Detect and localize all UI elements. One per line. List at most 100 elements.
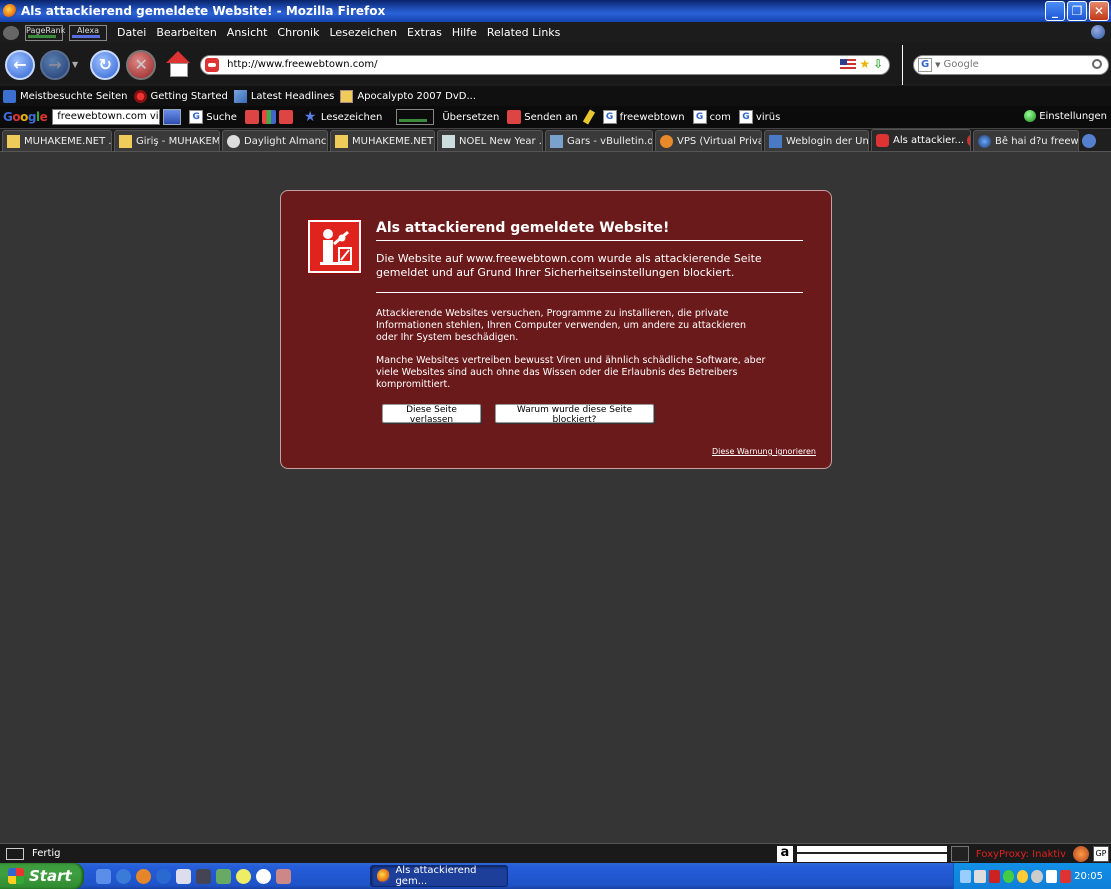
tab-muhakeme-1[interactable]: MUHAKEME.NET ... [2,130,112,151]
google-tools-group[interactable] [244,110,296,124]
tab-bar: MUHAKEME.NET ... Giriş - MUHAKEM... Dayl… [0,128,1111,152]
lesezeichen-button[interactable]: ★ Lesezeichen [304,110,382,124]
why-blocked-button[interactable]: Warum wurde diese Seite blockiert? [495,404,654,425]
tab-active-warning[interactable]: Als attackier...✕ [871,129,971,151]
google-logo[interactable]: Google [3,110,48,124]
pagerank-meter[interactable]: PageRank [25,24,65,41]
home-button[interactable] [164,50,192,79]
quicklaunch-ie-icon[interactable] [116,868,131,884]
url-input[interactable] [227,59,828,70]
google-toolbar-search-input[interactable]: freewebtown.com virüs [52,109,161,125]
favicon-icon [442,134,455,148]
quicklaunch-app-icon[interactable] [196,868,211,884]
tab-close-icon[interactable]: ✕ [967,134,970,147]
menu-addon-icon[interactable] [3,25,19,40]
foxyproxy-status[interactable]: FoxyProxy: Inaktiv [973,849,1069,860]
tab-daylight[interactable]: Daylight Almanca... [222,130,328,151]
quicklaunch-ie7-icon[interactable] [156,868,171,884]
amazon-icon[interactable]: a [776,846,793,862]
forward-button[interactable]: → [40,49,70,80]
search-icon[interactable] [1092,58,1103,69]
quicklaunch-explorer-icon[interactable] [176,868,191,884]
quicklaunch-desktop-icon[interactable] [96,868,111,884]
google-engine-icon[interactable]: G [918,57,933,72]
tab-vps[interactable]: VPS (Virtual Priva... [655,130,762,151]
highlight-button[interactable] [582,109,595,125]
search-input[interactable] [943,59,1079,70]
quicklaunch-player-icon[interactable] [236,868,251,884]
menu-chronik[interactable]: Chronik [277,26,319,39]
menu-hilfe[interactable]: Hilfe [452,26,477,39]
warning-paragraph-1: Attackierende Websites versuchen, Progra… [376,308,747,343]
taskbar-firefox-window[interactable]: Als attackierend gem... [370,865,508,887]
menu-ansicht[interactable]: Ansicht [227,26,268,39]
tray-antivirus-icon[interactable] [988,869,1000,883]
send-to-button[interactable]: Senden an [507,110,578,124]
back-button[interactable]: ← [5,49,35,80]
close-button[interactable]: ✕ [1089,1,1109,21]
blocked-site-icon [205,57,220,72]
tray-network-icon[interactable] [960,869,972,883]
rss-icon [233,89,247,103]
start-button[interactable]: Start [0,863,84,889]
quick-launch [96,868,291,884]
gp-icon[interactable]: GP [1093,846,1109,862]
quicklaunch-firefox-icon[interactable] [136,868,151,884]
tab-list-icon[interactable] [1082,134,1096,148]
tray-norton-icon[interactable] [1017,869,1029,883]
foxyproxy-icon[interactable] [1073,846,1089,862]
bookmark-apocalypto[interactable]: Apocalypto 2007 DvD... [340,89,476,103]
translate-button[interactable]: Übersetzen [442,112,499,123]
minimize-button[interactable]: _ [1045,1,1065,21]
tray-clock[interactable]: 20:05 [1074,871,1103,882]
menu-related-links[interactable]: Related Links [487,26,561,39]
tab-giris-muhakeme[interactable]: Giriş - MUHAKEM... [114,130,220,151]
tray-update-icon[interactable] [1002,869,1015,883]
stop-button[interactable]: ✕ [126,49,157,80]
search-term-virus[interactable]: Gvirüs [738,110,780,124]
tab-muhakeme-2[interactable]: MUHAKEME.NET ... [330,130,435,151]
menu-datei[interactable]: Datei [117,26,146,39]
warning-intro: Die Website auf www.freewebtown.com wurd… [376,252,803,293]
go-arrow-icon[interactable]: ⇩ [873,58,883,70]
google-g-icon: G [738,110,753,124]
search-term-freewebtown[interactable]: Gfreewebtown [602,110,685,124]
tab-gars[interactable]: Gars - vBulletin.o... [545,130,653,151]
bookmark-getting-started[interactable]: Getting Started [133,89,228,103]
tray-volume-icon[interactable] [974,869,986,883]
bookmark-star-icon[interactable]: ★ [859,58,870,70]
windows-taskbar: Start Als attackierend gem... 20:05 [0,863,1111,889]
google-search-button[interactable]: G Suche [189,110,237,124]
reload-button[interactable]: ↻ [90,49,121,80]
tray-misc-icon[interactable] [1059,869,1072,883]
google-g-icon: G [692,110,707,124]
quicklaunch-ball-icon[interactable] [256,868,271,884]
search-term-com[interactable]: Gcom [692,110,731,124]
page-icon [340,89,354,103]
engine-dropdown-icon[interactable]: ▼ [935,61,940,69]
history-dropdown-icon[interactable]: ▼ [72,60,78,69]
restore-button[interactable]: ❐ [1067,1,1087,21]
ignore-warning-link[interactable]: Diese Warnung ignorieren [712,447,816,456]
quicklaunch-media-icon[interactable] [216,868,231,884]
pagerank-indicator[interactable] [390,109,435,125]
menu-extras[interactable]: Extras [407,26,442,39]
menu-bearbeiten[interactable]: Bearbeiten [156,26,216,39]
alexa-meter[interactable]: Alexa [69,24,107,41]
tab-weblogin[interactable]: Weblogin der Uni... [764,130,869,151]
leave-page-button[interactable]: Diese Seite verlassen [382,404,481,425]
tab-be-hai[interactable]: Bê hai d?u freew... [973,130,1079,151]
quicklaunch-misc-icon[interactable] [276,868,291,884]
tray-skype-icon[interactable] [1031,869,1043,883]
bookmark-latest-headlines[interactable]: Latest Headlines [233,89,334,103]
bookmark-most-visited[interactable]: Meistbesuchte Seiten [3,89,128,103]
menu-lesezeichen[interactable]: Lesezeichen [329,26,397,39]
addon-status-icon[interactable] [950,846,969,862]
tray-mail-icon[interactable] [1045,869,1057,883]
bookmarks-folder-icon [3,89,16,103]
google-search-arrow-button[interactable] [163,109,182,125]
google-settings-button[interactable]: Einstellungen [1024,110,1107,122]
attack-site-warning: Als attackierend gemeldete Website! Die … [280,190,832,469]
tab-noel[interactable]: NOEL New Year ... [437,130,543,151]
status-bar: Fertig a FoxyProxy: Inaktiv GP [0,843,1111,863]
